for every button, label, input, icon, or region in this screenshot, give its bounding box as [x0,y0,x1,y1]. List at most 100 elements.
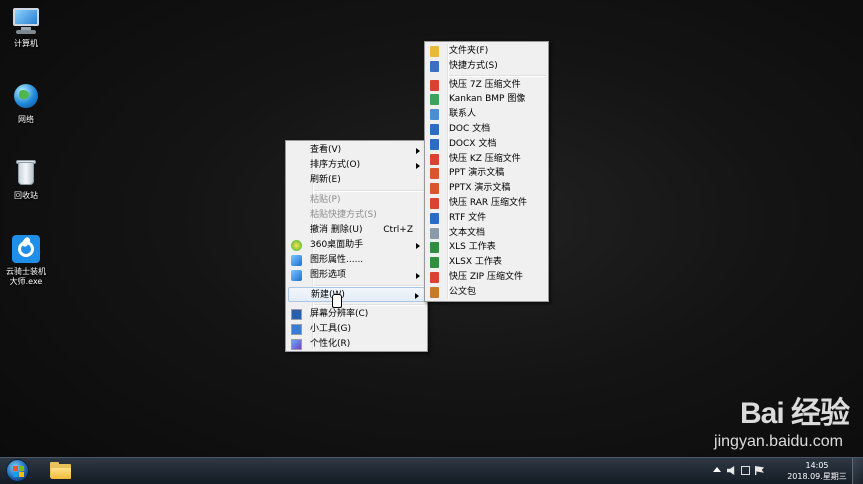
desktop-icon-label-line1: 云骑士装机 [6,267,46,276]
docx-icon [430,138,439,150]
new-submenu-item[interactable]: 公文包 [427,285,546,300]
show-desktop-button[interactable] [852,458,863,484]
new-submenu-item[interactable]: PPT 演示文稿 [427,166,546,181]
shortcut-icon [430,60,439,72]
menu-separator [449,74,546,77]
new-submenu-item[interactable]: 文件夹(F) [427,44,546,59]
menu-item-shortcut: Ctrl+Z [383,225,413,235]
tray-arrow-icon[interactable] [713,467,721,472]
clock-date: 2018.09.星期三 [787,472,847,481]
volume-icon[interactable] [727,466,735,475]
xlsx-icon [430,257,439,269]
menu-item-refresh[interactable]: 刷新(E) [288,173,425,188]
menu-item-label: 小工具(G) [310,324,351,334]
menu-item-label: 撤消 删除(U) [310,225,363,235]
menu-item-label: PPTX 演示文稿 [449,183,511,194]
gadgets-icon [291,324,302,335]
new-submenu-item[interactable]: 文本文档 [427,226,546,241]
menu-item-label: PPT 演示文稿 [449,168,505,179]
menu-item-sort-by[interactable]: 排序方式(O) [288,158,425,173]
menu-item-label: 屏幕分辨率(C) [310,309,369,319]
desktop-icon-yunqishi[interactable]: 云骑士装机 大师.exe [2,234,50,287]
archive-icon [430,153,439,165]
menu-item-new[interactable]: 新建(W) [288,287,425,302]
menu-item-view[interactable]: 查看(V) [288,143,425,158]
desktop-icon-computer[interactable]: 计算机 [2,6,50,49]
new-submenu-item[interactable]: PPTX 演示文稿 [427,181,546,196]
menu-item-label: 360桌面助手 [310,240,364,250]
yunqishi-app-icon [11,234,41,264]
computer-icon [11,6,41,36]
new-submenu-item[interactable]: 快捷方式(S) [427,59,546,74]
menu-item-label: DOC 文档 [449,124,491,134]
menu-item-undo-delete[interactable]: 撤消 删除(U) Ctrl+Z [288,223,425,238]
new-submenu-item[interactable]: 联系人 [427,107,546,122]
menu-item-graphics-options[interactable]: 图形选项 [288,268,425,283]
menu-item-gadgets[interactable]: 小工具(G) [288,322,425,337]
watermark-brand: Bai 经验 [739,397,850,430]
desktop-icon-label: 网络 [18,115,34,124]
menu-item-graphics-properties[interactable]: 图形属性...... [288,253,425,268]
desktop-context-menu: 查看(V) 排序方式(O) 刷新(E) 粘贴(P) 粘贴快捷方式(S) 撤消 删… [285,140,428,352]
new-submenu-item[interactable]: XLSX 工作表 [427,255,546,270]
menu-item-label: DOCX 文档 [449,138,497,149]
mouse-pointer-icon [332,294,342,308]
start-button[interactable] [6,459,29,482]
menu-item-label: 公文包 [449,286,477,297]
new-submenu-item[interactable]: XLS 工作表 [427,240,546,255]
graphics-icon [291,255,302,266]
new-submenu-item[interactable]: DOCX 文档 [427,137,546,152]
taskbar-clock[interactable]: 14:05 2018.09.星期三 [787,460,847,482]
submenu-arrow-icon [416,273,420,279]
recycle-bin-icon [11,158,41,188]
desktop-icon-label-line2: 大师.exe [9,277,43,286]
menu-item-360-desktop-helper[interactable]: 360桌面助手 [288,238,425,253]
360-icon [291,240,302,251]
submenu-arrow-icon [416,243,420,249]
xls-icon [430,242,439,254]
menu-item-label: 联系人 [449,109,477,120]
new-submenu-item[interactable]: DOC 文档 [427,122,546,137]
network-tray-icon[interactable] [741,466,750,475]
archive-icon [430,198,439,209]
new-submenu-item[interactable]: RTF 文件 [427,211,546,226]
menu-item-label: 个性化(R) [310,339,351,349]
menu-item-label: 刷新(E) [310,175,341,185]
archive-icon [430,79,439,91]
menu-item-label: 文本文档 [449,227,486,238]
desktop-icon-label: 回收站 [14,191,38,200]
folder-icon [430,46,439,57]
menu-item-label: 快压 KZ 压缩文件 [449,153,521,164]
submenu-arrow-icon [416,148,420,154]
menu-item-label: Kankan BMP 图像 [449,94,526,105]
menu-item-paste: 粘贴(P) [288,193,425,208]
doc-icon [430,124,439,135]
network-icon [11,82,41,112]
menu-item-personalize[interactable]: 个性化(R) [288,337,425,352]
menu-item-label: XLS 工作表 [449,242,496,253]
graphics-options-icon [291,270,302,281]
action-center-flag-icon[interactable] [755,466,764,475]
menu-separator [314,304,425,306]
menu-item-screen-resolution[interactable]: 屏幕分辨率(C) [288,307,425,322]
desktop-icon-recycle-bin[interactable]: 回收站 [2,158,50,201]
menu-item-label: 查看(V) [310,145,342,155]
clock-time: 14:05 [805,461,829,470]
new-submenu-item[interactable]: 快压 7Z 压缩文件 [427,78,546,93]
new-submenu-item[interactable]: 快压 KZ 压缩文件 [427,152,546,167]
new-submenu-item[interactable]: Kankan BMP 图像 [427,92,546,107]
menu-item-label: 快压 7Z 压缩文件 [449,79,521,90]
desktop-icon-network[interactable]: 网络 [2,82,50,125]
menu-separator [314,190,425,192]
new-submenu-item[interactable]: 快压 ZIP 压缩文件 [427,270,546,285]
menu-item-label: 文件夹(F) [449,46,489,56]
menu-item-label: 粘贴(P) [310,195,341,205]
taskbar-explorer-button[interactable] [48,459,74,482]
menu-item-paste-shortcut: 粘贴快捷方式(S) [288,208,425,223]
new-submenu: 文件夹(F) 快捷方式(S) 快压 7Z 压缩文件 Kankan BMP 图像 联系人 D… [424,41,549,302]
contact-icon [430,109,439,121]
submenu-arrow-icon [415,293,419,299]
watermark-site: jingyan.baidu.com [714,433,843,450]
new-submenu-item[interactable]: 快压 RAR 压缩文件 [427,196,546,211]
menu-item-label: 粘贴快捷方式(S) [310,210,377,220]
